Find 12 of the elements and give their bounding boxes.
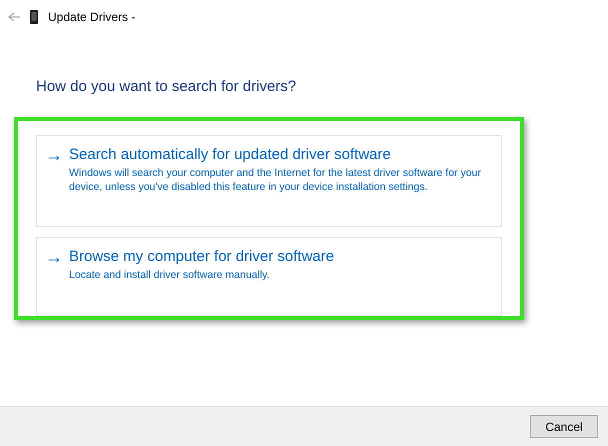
arrow-icon: →: [45, 146, 63, 218]
option-description: Locate and install driver software manually.: [69, 268, 271, 282]
option-card[interactable]: [36, 135, 502, 228]
heading: How do you want to search for drivers?: [36, 78, 298, 95]
option-description: Windows will search your computer and the Internet for the latest driver software for your device, unless you've disabled this feature in your device installation settings.: [69, 166, 482, 194]
arrow-icon: →: [45, 248, 63, 307]
option-title: Browse my computer for driver software: [69, 248, 336, 266]
option-card[interactable]: → Browse my computer for driver software Locate and install driver software manually.: [36, 237, 502, 316]
option-title: Search automatically for updated driver software: [69, 146, 392, 164]
cancel-button[interactable]: Cancel: [530, 415, 598, 438]
device-icon: [30, 10, 38, 24]
window-title: Update Drivers -: [48, 10, 136, 24]
